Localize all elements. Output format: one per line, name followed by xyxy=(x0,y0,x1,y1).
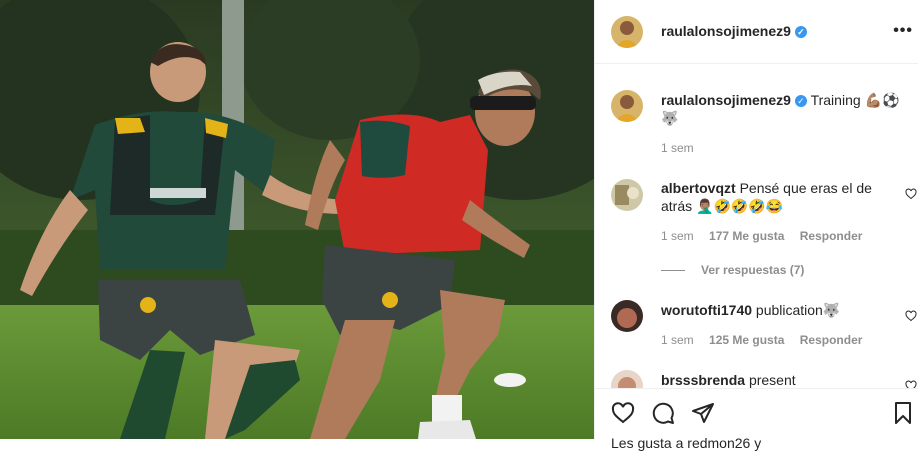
comment-username[interactable]: brsssbrenda xyxy=(661,372,745,388)
post-header: raulalonsojimenez9 ✓ ••• xyxy=(595,0,918,64)
caption-text: raulalonsojimenez9 ✓ Training 💪🏽⚽ 🐺 xyxy=(661,91,901,127)
comment-likes[interactable]: 125 Me gusta xyxy=(709,333,784,347)
author-username[interactable]: raulalonsojimenez9 ✓ xyxy=(661,23,807,39)
verified-icon: ✓ xyxy=(794,26,807,38)
more-icon[interactable]: ••• xyxy=(893,22,913,40)
comment-text: albertovqzt Pensé que eras el de atrás 🤦… xyxy=(661,179,901,215)
comment-text: worutofti1740 publication🐺 xyxy=(661,301,901,319)
likes-line[interactable]: Les gusta a redmon26 y xyxy=(611,435,761,451)
comment-avatar[interactable] xyxy=(611,179,643,211)
comment-icon[interactable] xyxy=(651,401,675,425)
post-panel: raulalonsojimenez9 ✓ ••• raulalonsojimene… xyxy=(594,0,918,451)
comment-like-icon[interactable] xyxy=(905,380,917,388)
comment-body: present xyxy=(748,372,796,388)
author-name[interactable]: raulalonsojimenez9 xyxy=(661,23,791,39)
share-icon[interactable] xyxy=(691,401,715,425)
reply-button[interactable]: Responder xyxy=(800,333,863,347)
caption-extra: 🐺 xyxy=(661,110,679,126)
caption-time-text[interactable]: 1 sem xyxy=(661,141,694,155)
comment-body: publication🐺 xyxy=(755,302,841,318)
reply-button[interactable]: Responder xyxy=(800,229,863,243)
caption-body: Training 💪🏽⚽ xyxy=(810,92,900,108)
comments-list[interactable]: raulalonsojimenez9 ✓ Training 💪🏽⚽ 🐺 1 sem… xyxy=(595,64,918,388)
caption-time: 1 sem xyxy=(661,141,706,155)
comment-time[interactable]: 1 sem xyxy=(661,333,694,347)
comment-meta: 1 sem 177 Me gusta Responder xyxy=(661,229,874,243)
verified-icon: ✓ xyxy=(794,95,807,107)
comment-username[interactable]: worutofti1740 xyxy=(661,302,752,318)
comment-text: brsssbrenda present xyxy=(661,371,901,388)
comment-time[interactable]: 1 sem xyxy=(661,229,694,243)
comment-avatar[interactable] xyxy=(611,370,643,388)
comment-meta: 1 sem 125 Me gusta Responder xyxy=(661,333,874,347)
replies-line xyxy=(661,270,685,272)
view-replies-label[interactable]: Ver respuestas (7) xyxy=(701,263,804,277)
author-avatar[interactable] xyxy=(611,16,643,48)
post-image[interactable] xyxy=(0,0,594,439)
comment-avatar[interactable] xyxy=(611,300,643,332)
caption-avatar[interactable] xyxy=(611,90,643,122)
caption-username[interactable]: raulalonsojimenez9 xyxy=(661,92,791,108)
comment-like-icon[interactable] xyxy=(905,188,917,200)
comment-like-icon[interactable] xyxy=(905,310,917,322)
comment-likes[interactable]: 177 Me gusta xyxy=(709,229,784,243)
view-replies[interactable]: Ver respuestas (7) xyxy=(661,263,804,277)
action-bar: Les gusta a redmon26 y xyxy=(595,388,918,451)
comment-username[interactable]: albertovqzt xyxy=(661,180,736,196)
heart-icon[interactable] xyxy=(611,401,635,425)
bookmark-icon[interactable] xyxy=(891,401,915,425)
